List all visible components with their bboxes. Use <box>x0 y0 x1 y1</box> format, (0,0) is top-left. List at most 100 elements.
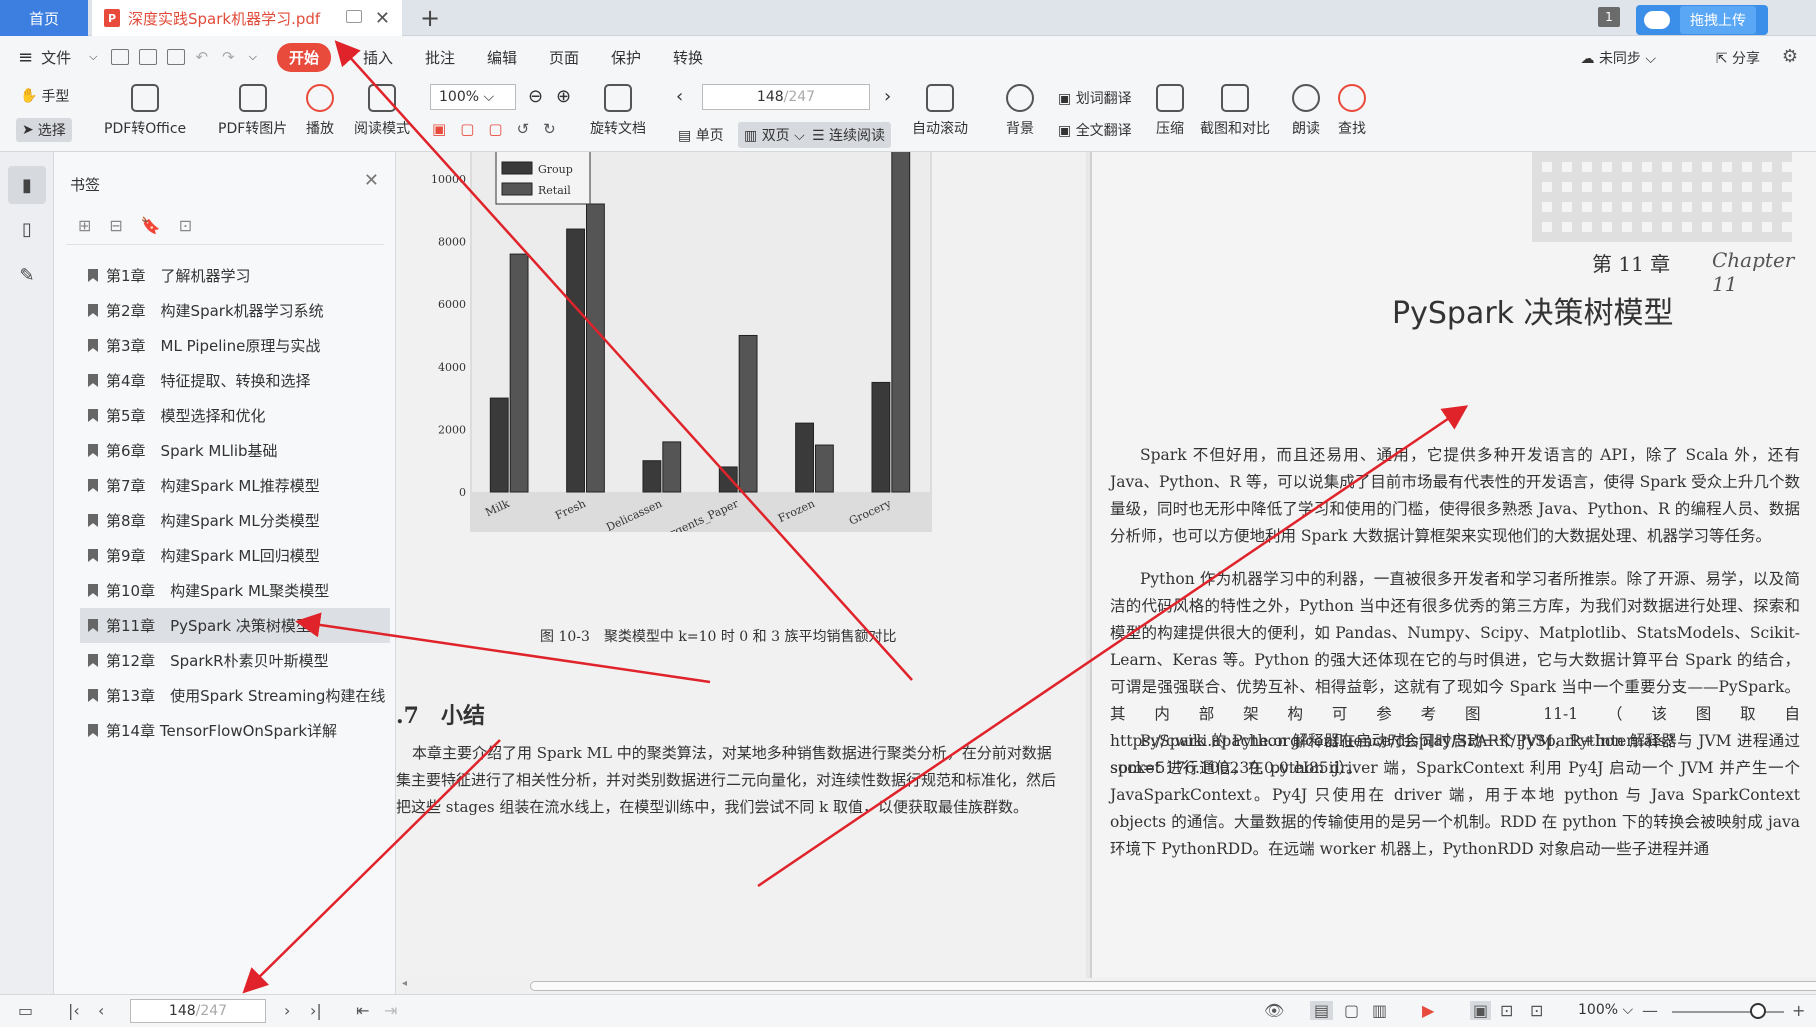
bookmark-item[interactable]: 第3章 ML Pipeline原理与实战 <box>80 328 390 363</box>
tab-home[interactable]: 首页 <box>0 0 88 36</box>
prev-page-icon[interactable]: ‹ <box>98 1001 104 1020</box>
prev-page-icon[interactable]: ‹ <box>676 86 683 107</box>
status-zoom[interactable]: 100% ⌵ <box>1578 1002 1633 1018</box>
zoom-out-icon[interactable]: — <box>1642 1001 1658 1020</box>
fit-width-icon[interactable]: ⊡ <box>1530 1001 1543 1020</box>
fit-width-icon[interactable]: ▢ <box>488 120 502 138</box>
eye-icon[interactable]: 👁 <box>1264 1001 1284 1020</box>
menu-icon[interactable]: ≡ <box>18 47 33 68</box>
sidebar-toggle-icon[interactable]: ▭ <box>18 1001 33 1020</box>
last-page-icon[interactable]: ›| <box>310 1001 322 1020</box>
word-translate-button[interactable]: ▣ 划词翻译 <box>1058 88 1132 108</box>
document-view[interactable]: 0 2000 4000 6000 8000 10000 Milk Fresh Delicasse… <box>396 152 1816 982</box>
actual-size-icon[interactable]: ▣ <box>1470 1001 1492 1020</box>
zoom-in-icon[interactable]: ⊕ <box>556 86 571 107</box>
fit-page-icon[interactable]: ⊡ <box>1500 1001 1513 1020</box>
screenshot-compare-button[interactable]: 截图和对比 <box>1200 84 1270 138</box>
menu-convert[interactable]: 转换 <box>673 47 703 68</box>
signature-panel-icon[interactable]: ✎ <box>14 262 40 288</box>
zoom-slider[interactable] <box>1672 1011 1784 1013</box>
upload-button[interactable]: 拖拽上传 <box>1636 5 1768 35</box>
scroll-thumb[interactable] <box>530 981 1816 991</box>
select-tool-button[interactable]: ➤ 选择 <box>16 118 72 142</box>
thumbnail-panel-icon[interactable]: ▯ <box>14 216 40 242</box>
fit-page-icon[interactable]: ▢ <box>460 120 474 138</box>
dropdown-icon[interactable]: ⌵ <box>249 50 257 64</box>
next-page-icon[interactable]: › <box>284 1001 290 1020</box>
bookmark-item[interactable]: 第1章 了解机器学习 <box>80 258 390 293</box>
chevron-down-icon[interactable]: ⌵ <box>89 50 97 64</box>
menu-annotate[interactable]: 批注 <box>425 47 455 68</box>
zoom-slider-knob[interactable] <box>1750 1003 1766 1019</box>
close-tab-icon[interactable]: ✕ <box>375 8 390 29</box>
single-page-button[interactable]: ▤ 单页 <box>672 122 730 148</box>
undo-icon[interactable]: ↶ <box>195 48 208 66</box>
page-number-input[interactable]: 148/247 <box>702 84 870 110</box>
rotate-right-icon[interactable]: ↻ <box>543 120 556 138</box>
bookmark-item[interactable]: 第6章 Spark MLlib基础 <box>80 433 390 468</box>
hand-tool-button[interactable]: ✋ 手型 <box>20 86 69 106</box>
read-mode-button[interactable]: 阅读模式 <box>354 84 410 138</box>
print-icon[interactable] <box>167 49 186 65</box>
pdf-to-image-button[interactable]: PDF转图片 <box>218 84 287 138</box>
open-folder-icon[interactable] <box>111 49 130 65</box>
bookmark-item[interactable]: 第10章 构建Spark ML聚类模型 <box>80 573 390 608</box>
play-icon[interactable]: ▶ <box>1422 1001 1434 1020</box>
background-button[interactable]: 背景 <box>1006 84 1034 138</box>
collapse-icon[interactable]: ⊟ <box>109 216 122 235</box>
zoom-in-icon[interactable]: + <box>1792 1001 1805 1020</box>
status-page-input[interactable]: 148/247 <box>130 999 266 1023</box>
back-icon[interactable]: ⇤ <box>356 1001 369 1020</box>
bookmark-item[interactable]: 第12章 SparkR朴素贝叶斯模型 <box>80 643 390 678</box>
continuous-view-icon[interactable]: ▤ <box>1310 1001 1334 1020</box>
play-button[interactable]: 播放 <box>306 84 334 138</box>
zoom-select[interactable]: 100% ⌵ <box>430 84 516 110</box>
continuous-read-button[interactable]: ☰ 连续阅读 <box>806 122 892 148</box>
sync-status[interactable]: ☁ 未同步 ⌵ <box>1580 48 1656 68</box>
horizontal-scrollbar[interactable]: ◂ <box>396 978 1816 994</box>
menu-protect[interactable]: 保护 <box>611 47 641 68</box>
bookmark-item[interactable]: 第7章 构建Spark ML推荐模型 <box>80 468 390 503</box>
bookmark-item[interactable]: 第14章 TensorFlowOnSpark详解 <box>80 713 390 748</box>
double-page-button[interactable]: ▥ 双页 ⌵ <box>738 122 811 148</box>
save-icon[interactable] <box>139 49 158 65</box>
bookmark-item[interactable]: 第11章 PySpark 决策树模型 <box>80 608 390 643</box>
bookmark-icon[interactable]: ⊡ <box>179 216 192 235</box>
expand-icon[interactable]: ⊞ <box>78 216 91 235</box>
new-tab-button[interactable]: + <box>420 4 440 32</box>
menu-start[interactable]: 开始 <box>276 42 331 72</box>
add-bookmark-icon[interactable]: 🔖 <box>141 216 161 235</box>
bookmark-panel-icon[interactable]: ▮ <box>8 166 46 204</box>
menu-page[interactable]: 页面 <box>549 47 579 68</box>
full-translate-button[interactable]: ▣ 全文翻译 <box>1058 120 1132 140</box>
read-aloud-button[interactable]: 朗读 <box>1292 84 1320 138</box>
menu-file[interactable]: 文件 <box>41 47 71 68</box>
bookmark-item[interactable]: 第4章 特征提取、转换和选择 <box>80 363 390 398</box>
redo-icon[interactable]: ↷ <box>222 48 235 66</box>
rotate-left-icon[interactable]: ↺ <box>517 120 530 138</box>
first-page-icon[interactable]: |‹ <box>68 1001 80 1020</box>
scroll-left-icon[interactable]: ◂ <box>402 978 407 989</box>
zoom-out-icon[interactable]: ⊖ <box>528 86 543 107</box>
single-view-icon[interactable]: ▢ <box>1344 1001 1359 1020</box>
pdf-to-office-button[interactable]: PDF转Office <box>104 84 186 138</box>
compress-button[interactable]: 压缩 <box>1156 84 1184 138</box>
actual-size-icon[interactable]: ▣ <box>432 120 446 138</box>
double-view-icon[interactable]: ▥ <box>1372 1001 1387 1020</box>
bookmark-item[interactable]: 第5章 模型选择和优化 <box>80 398 390 433</box>
menu-insert[interactable]: 插入 <box>363 47 393 68</box>
gear-icon[interactable]: ⚙ <box>1782 46 1798 67</box>
share-button[interactable]: ⇱ 分享 <box>1716 48 1760 68</box>
close-icon[interactable]: ✕ <box>364 170 379 191</box>
monitor-icon[interactable] <box>346 10 362 23</box>
bookmark-item[interactable]: 第8章 构建Spark ML分类模型 <box>80 503 390 538</box>
auto-scroll-button[interactable]: 自动滚动 <box>912 84 968 138</box>
find-button[interactable]: 查找 <box>1338 84 1366 138</box>
menu-edit[interactable]: 编辑 <box>487 47 517 68</box>
tab-document[interactable]: P 深度实践Spark机器学习.pdf ✕ <box>92 0 402 36</box>
next-page-icon[interactable]: › <box>884 86 891 107</box>
rotate-doc-button[interactable]: 旋转文档 <box>590 84 646 138</box>
bookmark-item[interactable]: 第2章 构建Spark机器学习系统 <box>80 293 390 328</box>
forward-icon[interactable]: ⇥ <box>384 1001 397 1020</box>
bookmark-item[interactable]: 第9章 构建Spark ML回归模型 <box>80 538 390 573</box>
